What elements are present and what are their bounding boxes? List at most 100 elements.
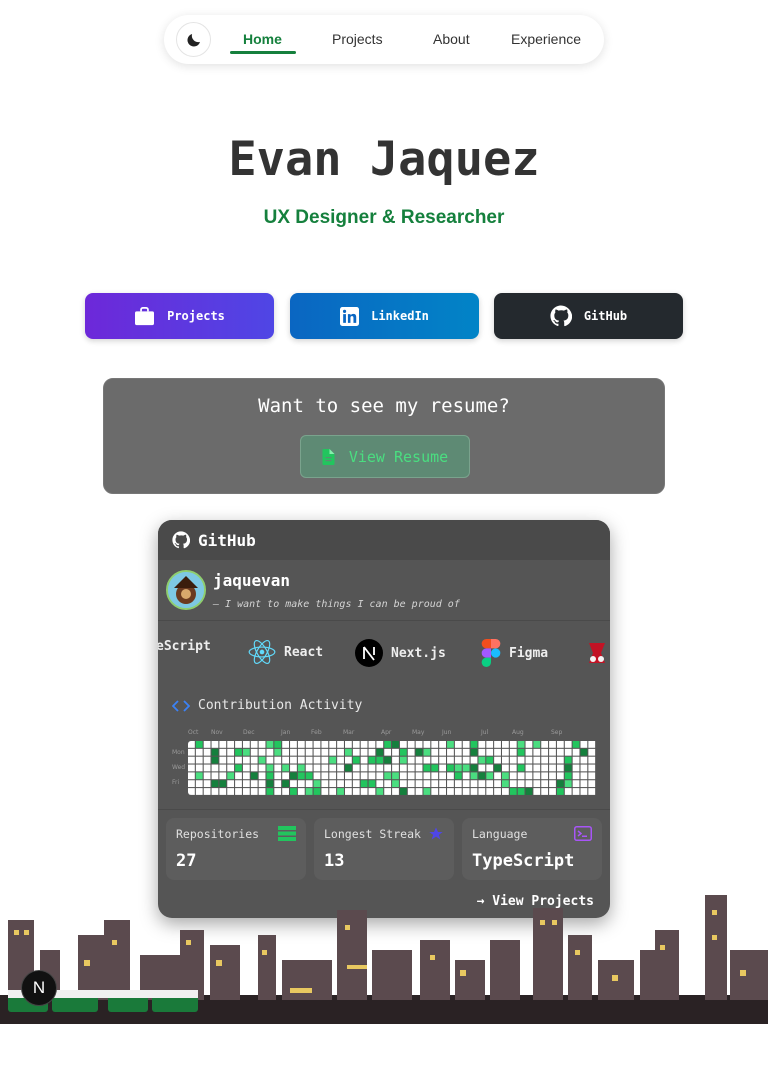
- tech-item-figma: Figma: [481, 639, 548, 667]
- contribution-cell: [564, 741, 572, 748]
- contribution-days: Mon Wed Fri: [172, 749, 185, 786]
- contribution-cell: [478, 780, 486, 788]
- stat-longest-streak: Longest Streak 13: [314, 818, 454, 880]
- contribution-cell: [297, 741, 305, 748]
- contribution-cell: [195, 741, 203, 748]
- tech-label: Figma: [509, 645, 549, 661]
- contribution-cell: [564, 756, 572, 764]
- contribution-cell: [266, 748, 274, 756]
- contribution-cell: [494, 741, 501, 748]
- month-label: Dec: [243, 729, 255, 736]
- avatar-image: [168, 572, 204, 608]
- contribution-cell: [494, 780, 501, 788]
- contribution-cell: [533, 780, 541, 788]
- stat-label: Longest Streak: [324, 827, 421, 841]
- month-label: Sep: [551, 729, 563, 736]
- contribution-cell: [266, 772, 274, 780]
- contribution-cell: [517, 764, 525, 772]
- contribution-cell: [266, 741, 274, 748]
- nav-about[interactable]: About: [433, 31, 470, 47]
- contribution-cell: [258, 741, 266, 748]
- contribution-cell: [360, 748, 368, 756]
- nextjs-badge[interactable]: N: [21, 970, 57, 1006]
- contribution-cell: [423, 772, 431, 780]
- contribution-cell: [250, 764, 258, 772]
- contribution-cell: [368, 764, 376, 772]
- contribution-cell: [541, 756, 549, 764]
- contribution-cell: [282, 741, 289, 748]
- nav-home[interactable]: Home: [243, 31, 282, 47]
- month-label: Aug: [512, 729, 524, 736]
- contribution-cell: [329, 780, 337, 788]
- contribution-cell: [533, 788, 541, 795]
- contribution-cell: [329, 788, 337, 795]
- city-skyline-illustration: [0, 895, 768, 1024]
- contribution-cell: [266, 780, 274, 788]
- contribution-cell: [572, 764, 580, 772]
- view-resume-button[interactable]: View Resume: [300, 435, 470, 478]
- nav-experience[interactable]: Experience: [511, 31, 581, 47]
- contribution-cell: [588, 788, 596, 795]
- contribution-cell: [250, 772, 258, 780]
- contribution-cell: [321, 741, 329, 748]
- contribution-cell: [352, 772, 360, 780]
- theme-toggle-button[interactable]: [176, 22, 211, 57]
- contribution-cell: [258, 788, 266, 795]
- projects-button-label: Projects: [167, 309, 225, 323]
- contribution-cell: [556, 780, 564, 788]
- contribution-cell: [399, 772, 407, 780]
- contribution-cell: [282, 756, 289, 764]
- day-label: Fri: [172, 779, 180, 786]
- tech-item-typescript: eScript: [158, 639, 211, 654]
- contribution-cell: [345, 780, 352, 788]
- contribution-cell: [274, 764, 282, 772]
- github-button[interactable]: GitHub: [494, 293, 683, 339]
- contribution-cell: [321, 780, 329, 788]
- resume-card: Want to see my resume? View Resume: [103, 378, 665, 494]
- contribution-cell: [227, 748, 235, 756]
- contribution-cell: [580, 772, 588, 780]
- react-icon: [248, 640, 276, 664]
- contribution-cell: [211, 748, 219, 756]
- contribution-cell: [447, 756, 454, 764]
- github-card-title: GitHub: [198, 530, 256, 550]
- terminal-icon: [574, 826, 592, 841]
- day-label: Wed: [172, 764, 186, 771]
- contribution-cell: [509, 741, 517, 748]
- contribution-cell: [572, 748, 580, 756]
- nav-projects[interactable]: Projects: [332, 31, 383, 47]
- contribution-cell: [564, 748, 572, 756]
- contribution-cell: [509, 772, 517, 780]
- avatar[interactable]: [166, 570, 206, 610]
- linkedin-icon: [340, 306, 360, 326]
- github-icon: [172, 531, 190, 549]
- tech-item-jest: [583, 639, 610, 667]
- contribution-cell: [541, 788, 549, 795]
- contribution-cell: [227, 764, 235, 772]
- contribution-cell: [462, 764, 470, 772]
- contribution-cell: [337, 756, 344, 764]
- contribution-cell: [407, 756, 415, 764]
- contribution-cell: [282, 788, 289, 795]
- contribution-cell: [274, 788, 282, 795]
- contribution-cell: [313, 764, 321, 772]
- contribution-cell: [274, 780, 282, 788]
- contribution-cell: [219, 741, 227, 748]
- contribution-cell: [313, 772, 321, 780]
- contribution-cell: [407, 772, 415, 780]
- contribution-cell: [266, 764, 274, 772]
- contribution-cell: [439, 748, 446, 756]
- contribution-cell: [188, 764, 195, 772]
- contribution-cell: [580, 788, 588, 795]
- contribution-cell: [195, 788, 203, 795]
- contribution-cell: [572, 772, 580, 780]
- contribution-cell: [462, 748, 470, 756]
- contribution-cell: [242, 788, 250, 795]
- contribution-cell: [454, 748, 462, 756]
- contribution-cell: [439, 780, 446, 788]
- github-username[interactable]: jaquevan: [213, 571, 290, 590]
- contribution-cell: [399, 748, 407, 756]
- contribution-cell: [321, 788, 329, 795]
- projects-button[interactable]: Projects: [85, 293, 274, 339]
- linkedin-button[interactable]: LinkedIn: [290, 293, 479, 339]
